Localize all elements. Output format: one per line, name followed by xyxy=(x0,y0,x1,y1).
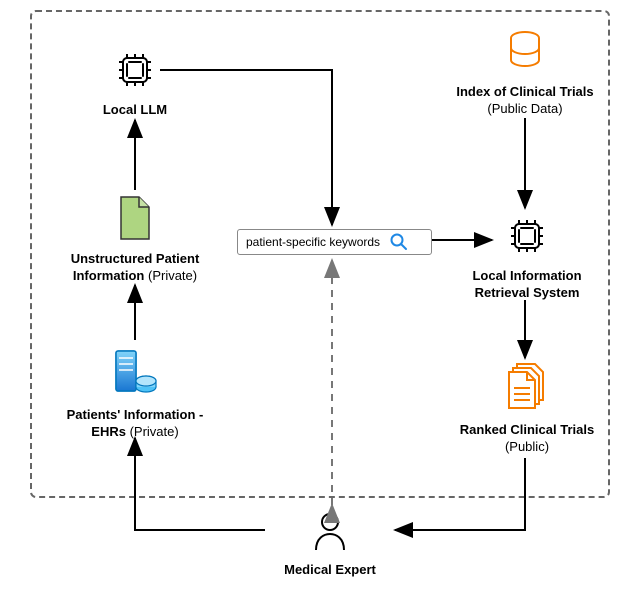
node-retrieval-system: Local Information Retrieval System xyxy=(452,214,602,302)
ehr-sub: (Private) xyxy=(126,424,179,439)
index-sub: (Public Data) xyxy=(487,101,562,116)
node-index-clinical-trials: Index of Clinical Trials (Public Data) xyxy=(445,30,605,118)
documents-stack-icon xyxy=(501,360,553,412)
unstructured-sub: (Private) xyxy=(144,268,197,283)
node-ranked-trials: Ranked Clinical Trials (Public) xyxy=(452,360,602,456)
retrieval-title: Local Information Retrieval System xyxy=(472,268,581,301)
local-llm-label: Local LLM xyxy=(103,102,167,117)
document-icon xyxy=(115,195,155,241)
expert-title: Medical Expert xyxy=(284,562,376,577)
node-ehr: Patients' Information - EHRs (Private) xyxy=(60,345,210,441)
magnifier-icon xyxy=(390,233,408,251)
chip-icon xyxy=(113,48,157,92)
person-icon xyxy=(310,510,350,552)
search-text: patient-specific keywords xyxy=(246,235,380,249)
ranked-sub: (Public) xyxy=(505,439,549,454)
database-icon xyxy=(505,30,545,74)
node-unstructured-patient-info: Unstructured Patient Information (Privat… xyxy=(60,195,210,285)
index-title: Index of Clinical Trials xyxy=(456,84,593,99)
chip-icon xyxy=(505,214,549,258)
search-field: patient-specific keywords xyxy=(237,229,432,255)
server-icon xyxy=(110,345,160,397)
node-local-llm: Local LLM xyxy=(75,48,195,118)
ranked-title: Ranked Clinical Trials xyxy=(460,422,594,437)
node-medical-expert: Medical Expert xyxy=(270,510,390,578)
